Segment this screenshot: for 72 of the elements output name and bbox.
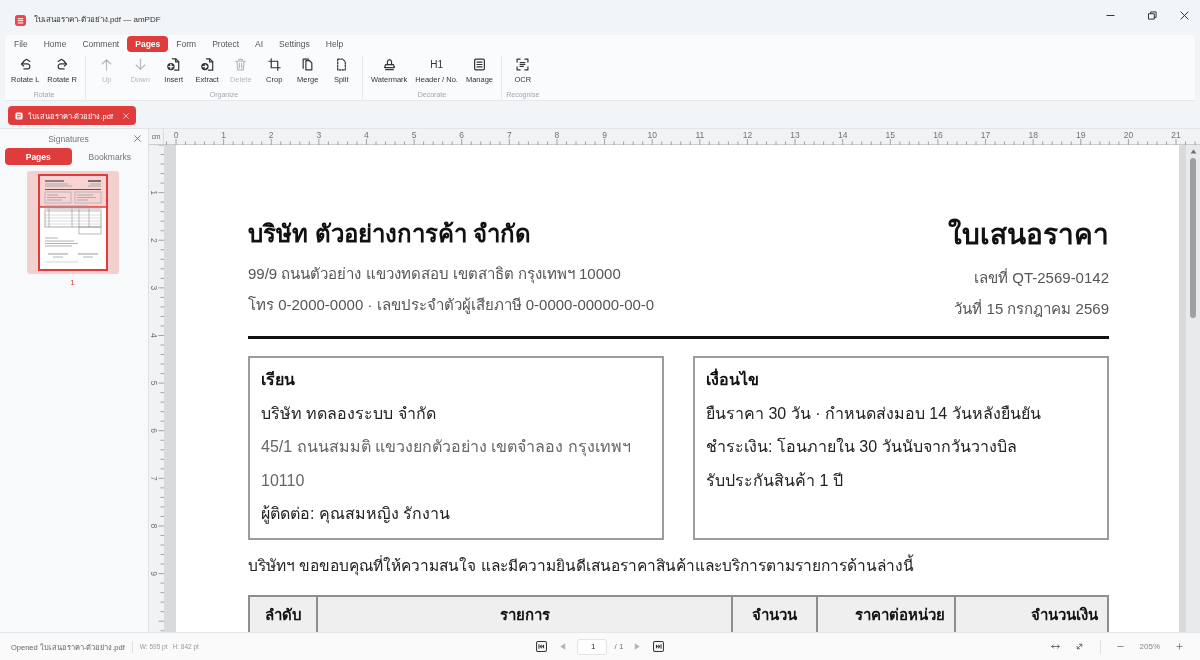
column-header: จำนวนเงิน (955, 595, 1108, 632)
box-text: รับประกันสินค้า 1 ปี (706, 470, 844, 491)
menu-tab[interactable]: Help (317, 36, 352, 52)
close-icon (1179, 10, 1189, 20)
box-text: ยืนราคา 30 วัน · กำหนดส่งมอบ 14 วันหลังยืนยัน (706, 403, 1042, 424)
menu-tab[interactable]: Form (168, 36, 205, 52)
scroll-up-icon (1189, 149, 1197, 154)
column-header: ลำดับ (249, 595, 317, 632)
rotate-right-icon (55, 58, 69, 71)
file-icon (15, 111, 23, 120)
menu-tab[interactable]: Protect (204, 36, 248, 52)
app-icon (15, 15, 26, 26)
menu-tab[interactable]: Comment (74, 36, 128, 52)
plus-icon (1176, 643, 1183, 650)
diagonal-arrows-icon (1074, 642, 1084, 651)
close-icon (123, 112, 129, 119)
dashed-page-icon (334, 58, 348, 71)
horizontal-ruler: 0 1 2 3 4 5 6 7 8 9 10 11 12 13 14 15 16 17 18 19 20 21 (164, 129, 1199, 145)
scan-text-icon (516, 58, 530, 71)
page-plus-icon (167, 58, 181, 71)
menu-tab[interactable]: Pages (127, 36, 169, 52)
menu-tab[interactable]: Settings (271, 36, 318, 52)
first-page-button[interactable] (534, 640, 548, 653)
page-number-field[interactable]: 1 (576, 638, 607, 655)
window-title: ใบเสนอราคา-ตัวอย่าง.pdf — amPDF (34, 14, 161, 26)
trash-icon (234, 58, 248, 71)
menu-tab[interactable]: AI (247, 36, 272, 52)
column-header: จำนวน (732, 595, 817, 632)
page-total-label: / 1 (614, 642, 624, 651)
vertical-ruler: 1 2 3 4 5 6 7 8 9 (149, 145, 164, 633)
list-icon (472, 58, 486, 71)
box-text: ผู้ติดต่อ: คุณสมหญิง รักงาน (261, 504, 452, 526)
document-detail: วันที่ 15 กรกฎาคม 2569 (954, 298, 1109, 319)
page-arrow-icon (200, 58, 214, 71)
zoom-level-label: 205% (1138, 642, 1161, 651)
arrow-down-icon (133, 58, 147, 71)
heading-glyph: H1 (430, 58, 443, 71)
close-icon (134, 135, 141, 142)
crop-icon (267, 58, 281, 71)
page-thumbnail[interactable] (26, 171, 119, 274)
last-page-icon (653, 641, 665, 652)
double-arrow-icon (1050, 642, 1060, 651)
column-header: ราคาต่อหน่วย (817, 595, 955, 632)
column-header: รายการ (317, 595, 732, 632)
box-text: บริษัท ทดลองระบบ จำกัด (261, 403, 437, 424)
rotate-left-icon (18, 58, 32, 71)
page-number-label: 1 (70, 278, 75, 287)
menu-tab[interactable]: Home (35, 36, 75, 52)
box-heading: เรียน (261, 370, 296, 390)
minus-icon (1116, 643, 1124, 650)
box-text: 45/1 ถนนสมมติ แขวงยกตัวอย่าง เขตจำลอง กรุงเทพฯ 10110 (261, 437, 632, 491)
close-panel-button[interactable] (132, 133, 143, 144)
document-title: ใบเสนอราคา (948, 217, 1109, 252)
company-detail: 99/9 ถนนตัวอย่าง แขวงทดสอบ เขตสาธิต กรุงเทพฯ 10000 (248, 264, 622, 286)
document-detail: เลขที่ QT-2569-0142 (974, 267, 1109, 288)
stamp-icon (382, 58, 396, 71)
first-page-icon (535, 641, 547, 652)
box-text: ชำระเงิน: โอนภายใน 30 วันนับจากวันวางบิล (706, 436, 1018, 457)
arrow-up-icon (100, 58, 114, 71)
box-heading: เงื่อนไข (706, 363, 1097, 397)
scrollbar-thumb[interactable] (1190, 158, 1196, 318)
intro-text: บริษัทฯ ขอขอบคุณที่ให้ความสนใจ และมีความยินดีเสนอราคาสินค้าและบริการตามรายการด้านล่างนี้ (248, 553, 915, 578)
restore-icon (1147, 10, 1157, 20)
panel-tab[interactable]: Pages (5, 148, 72, 165)
panel-tab[interactable]: Bookmarks (76, 148, 143, 165)
company-detail: โทร 0-2000-0000 · เลขประจำตัวผู้เสียภาษี 0-0000-00000-00-0 (248, 295, 655, 316)
stacked-pages-icon (301, 58, 315, 71)
panel-tab[interactable]: Signatures (5, 130, 132, 147)
last-page-button[interactable] (652, 640, 666, 653)
menu-tab[interactable]: File (6, 36, 36, 52)
close-tab-button[interactable] (121, 110, 131, 121)
company-name: บริษัท ตัวอย่างการค้า จำกัด (248, 219, 533, 249)
